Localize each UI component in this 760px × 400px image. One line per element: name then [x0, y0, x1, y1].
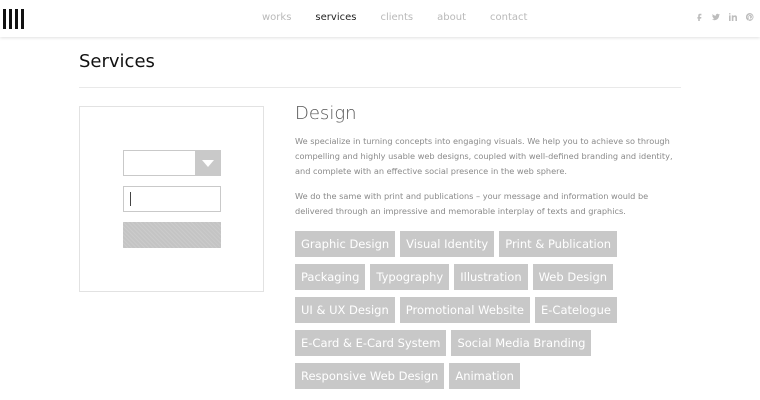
logo-bar	[21, 9, 24, 29]
tag-packaging[interactable]: Packaging	[295, 264, 366, 290]
tag-promotional-website[interactable]: Promotional Website	[399, 297, 531, 323]
twitter-icon[interactable]	[712, 12, 720, 22]
nav-item-about[interactable]: about	[437, 12, 466, 23]
tag-e-card-system[interactable]: E-Card & E-Card System	[295, 330, 447, 356]
logo-bar	[3, 9, 6, 29]
page-title: Services	[79, 51, 155, 72]
tag-row: E-Card & E-Card System Social Media Bran…	[295, 330, 695, 356]
tag-web-design[interactable]: Web Design	[532, 264, 614, 290]
logo-bar	[9, 9, 12, 29]
social-links	[695, 12, 754, 22]
tag-responsive-web-design[interactable]: Responsive Web Design	[295, 363, 445, 389]
tag-row: UI & UX Design Promotional Website E-Cat…	[295, 297, 695, 323]
text-caret	[130, 192, 131, 206]
tag-print-publication[interactable]: Print & Publication	[499, 231, 618, 257]
sidebar-form-box	[79, 106, 264, 292]
service-tags: Graphic Design Visual Identity Print & P…	[295, 231, 695, 396]
tag-e-catelogue[interactable]: E-Catelogue	[535, 297, 617, 323]
logo[interactable]	[3, 9, 24, 29]
section-heading: Design	[295, 103, 357, 124]
tag-social-media-branding[interactable]: Social Media Branding	[451, 330, 592, 356]
linkedin-icon[interactable]	[729, 12, 737, 22]
pinterest-icon[interactable]	[746, 12, 754, 22]
nav-item-contact[interactable]: contact	[490, 12, 527, 23]
tag-visual-identity[interactable]: Visual Identity	[400, 231, 495, 257]
nav-item-services[interactable]: services	[315, 12, 356, 23]
nav-item-works[interactable]: works	[262, 12, 291, 23]
tag-graphic-design[interactable]: Graphic Design	[295, 231, 396, 257]
chevron-down-icon[interactable]	[195, 151, 220, 175]
tag-illustration[interactable]: Illustration	[454, 264, 528, 290]
title-divider	[79, 87, 681, 88]
intro-paragraph: We specialize in turning concepts into e…	[295, 136, 673, 176]
search-input[interactable]	[123, 186, 221, 212]
facebook-icon[interactable]	[695, 12, 703, 22]
tag-ui-ux-design[interactable]: UI & UX Design	[295, 297, 395, 323]
print-paragraph: We do the same with print and publicatio…	[295, 191, 649, 216]
tag-row: Graphic Design Visual Identity Print & P…	[295, 231, 695, 257]
nav-item-clients[interactable]: clients	[380, 12, 413, 23]
tag-row: Responsive Web Design Animation	[295, 363, 695, 389]
submit-button[interactable]	[123, 222, 221, 248]
logo-bar	[15, 9, 18, 29]
main-nav: works services clients about contact	[262, 12, 551, 23]
tag-typography[interactable]: Typography	[370, 264, 450, 290]
tag-row: Packaging Typography Illustration Web De…	[295, 264, 695, 290]
tag-animation[interactable]: Animation	[449, 363, 520, 389]
top-bar: works services clients about contact	[0, 0, 760, 37]
category-select[interactable]	[123, 150, 221, 176]
